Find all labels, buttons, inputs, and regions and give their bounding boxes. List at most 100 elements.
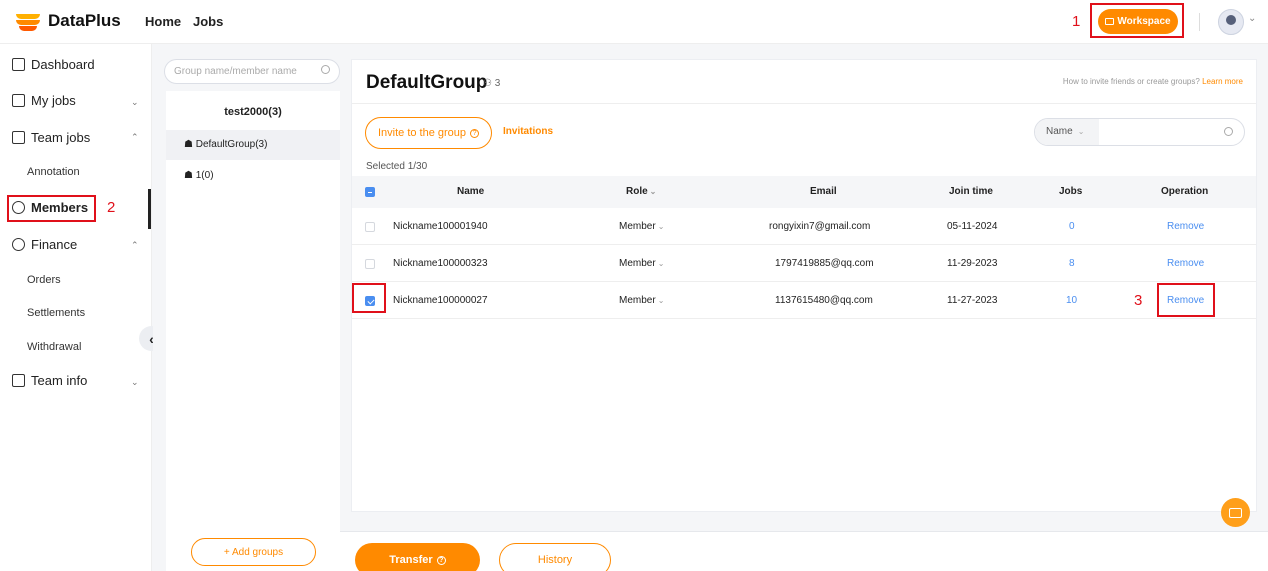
mail-icon <box>1229 507 1242 518</box>
column-operation: Operation <box>1161 186 1209 197</box>
team-info-icon <box>12 374 25 387</box>
column-jobs: Jobs <box>1059 186 1083 197</box>
role-value: Member <box>619 221 656 232</box>
chevron-down-icon[interactable]: ⌄ <box>131 97 139 108</box>
row-checkbox[interactable] <box>365 259 375 269</box>
group-icon: ☗ <box>184 170 193 181</box>
chevron-down-icon: ⌄ <box>657 222 665 231</box>
invitations-link[interactable]: Invitations <box>503 126 553 137</box>
sidebar-item-annotation[interactable]: Annotation <box>27 166 80 178</box>
annotation-number: 2 <box>107 199 116 216</box>
sidebar-item-label: My jobs <box>31 93 76 108</box>
jobs-count-link[interactable]: 10 <box>1066 295 1077 306</box>
role-select[interactable]: Member ⌄ <box>619 295 664 306</box>
transfer-button[interactable]: Transfer ? <box>355 543 480 571</box>
remove-link[interactable]: Remove <box>1167 258 1204 269</box>
sidebar-item-team-jobs[interactable]: Team jobs <box>12 130 90 145</box>
help-icon: ? <box>436 555 446 565</box>
help-text: How to invite friends or create groups? … <box>1063 77 1243 86</box>
learn-more-link[interactable]: Learn more <box>1202 77 1243 86</box>
join-time: 11-27-2023 <box>947 295 998 306</box>
history-button[interactable]: History <box>499 543 611 571</box>
table-row: Nickname100000323 Member ⌄ 1797419885@qq.… <box>352 245 1256 282</box>
select-all-checkbox[interactable] <box>365 187 375 197</box>
chevron-up-icon[interactable]: ⌃ <box>131 132 139 143</box>
group-item-label: DefaultGroup(3) <box>195 139 268 150</box>
member-name: Nickname100001940 <box>393 221 488 232</box>
group-panel: test2000(3) ☗ DefaultGroup(3) ☗ 1(0) <box>166 91 340 571</box>
member-count-value: 3 <box>494 78 501 89</box>
transfer-label: Transfer <box>389 554 433 566</box>
invite-to-group-button[interactable]: Invite to the group ? <box>365 117 492 149</box>
header-divider <box>1199 13 1200 31</box>
remove-link[interactable]: Remove <box>1167 221 1204 232</box>
search-icon[interactable] <box>321 65 330 74</box>
member-email: rongyixin7@gmail.com <box>769 221 871 232</box>
invite-label: Invite to the group <box>377 127 467 139</box>
annotation-number: 1 <box>1072 13 1081 30</box>
search-field-label: Name <box>1046 126 1073 137</box>
sidebar-item-orders[interactable]: Orders <box>27 274 61 286</box>
sidebar-item-label: Dashboard <box>31 57 95 72</box>
group-team-title: test2000(3) <box>224 106 282 118</box>
group-item-label: 1(0) <box>195 170 214 181</box>
annotation-box-workspace <box>1090 3 1184 38</box>
avatar[interactable] <box>1218 9 1244 35</box>
group-search-input[interactable]: Group name/member name <box>164 59 340 84</box>
annotation-number: 3 <box>1134 292 1143 309</box>
jobs-count-link[interactable]: 0 <box>1069 221 1075 232</box>
group-icon: ☗ <box>184 139 193 150</box>
annotation-box-checkbox <box>352 283 386 313</box>
row-checkbox[interactable] <box>365 222 375 232</box>
home-icon <box>12 58 25 71</box>
member-email: 1797419885@qq.com <box>775 258 874 269</box>
group-column: Group name/member name test2000(3) ☗ Def… <box>153 44 340 571</box>
group-item-defaultgroup[interactable]: ☗ DefaultGroup(3) <box>166 130 340 160</box>
logo[interactable]: DataPlus <box>16 11 121 31</box>
annotation-box-remove <box>1157 283 1215 317</box>
sidebar-item-my-jobs[interactable]: My jobs <box>12 93 76 108</box>
active-indicator <box>148 189 151 229</box>
search-field-select[interactable]: Name ⌄ <box>1035 119 1099 145</box>
table-row: Nickname100001940 Member ⌄ rongyixin7@gma… <box>352 208 1256 245</box>
bottom-action-bar: Transfer ? History <box>340 531 1268 571</box>
search-icon[interactable] <box>1224 127 1233 136</box>
sidebar-item-label: Finance <box>31 237 78 252</box>
annotation-box-members <box>7 195 96 222</box>
join-time: 11-29-2023 <box>947 258 998 269</box>
chevron-up-icon[interactable]: ⌃ <box>131 240 139 251</box>
chevron-down-icon[interactable]: ⌄ <box>131 377 139 388</box>
sidebar-item-finance[interactable]: Finance <box>12 237 77 252</box>
group-item-1[interactable]: ☗ 1(0) <box>166 161 340 191</box>
role-select[interactable]: Member ⌄ <box>619 221 664 232</box>
divider <box>352 103 1256 104</box>
dataplus-logo-icon <box>16 11 42 31</box>
help-question: How to invite friends or create groups? <box>1062 77 1200 86</box>
chevron-down-icon: ⌄ <box>649 187 657 196</box>
selected-count: Selected 1/30 <box>366 161 428 172</box>
add-groups-button[interactable]: + Add groups <box>191 538 316 566</box>
team-jobs-icon <box>12 131 25 144</box>
column-role[interactable]: Role ⌄ <box>626 186 656 197</box>
nav-jobs[interactable]: Jobs <box>193 14 223 29</box>
column-email: Email <box>810 186 837 197</box>
nav-home[interactable]: Home <box>145 14 181 29</box>
jobs-icon <box>12 94 25 107</box>
sidebar-item-dashboard[interactable]: Dashboard <box>12 57 95 72</box>
member-name: Nickname100000323 <box>393 258 488 269</box>
role-value: Member <box>619 295 656 306</box>
sidebar-item-settlements[interactable]: Settlements <box>27 307 85 319</box>
column-name: Name <box>457 186 485 197</box>
jobs-count-link[interactable]: 8 <box>1069 258 1075 269</box>
sidebar-item-label: Team jobs <box>31 130 91 145</box>
finance-icon <box>12 238 25 251</box>
chevron-down-icon[interactable]: ⌄ <box>1248 13 1256 24</box>
message-button[interactable] <box>1221 498 1250 527</box>
chevron-down-icon: ⌄ <box>657 259 665 268</box>
members-icon: ⚇ <box>483 78 492 89</box>
sidebar-item-withdrawal[interactable]: Withdrawal <box>27 341 81 353</box>
members-panel: DefaultGroup ⚇ 3 How to invite friends o… <box>351 59 1257 512</box>
role-select[interactable]: Member ⌄ <box>619 258 664 269</box>
sidebar-item-team-info[interactable]: Team info <box>12 373 87 388</box>
member-search[interactable]: Name ⌄ <box>1034 118 1245 146</box>
